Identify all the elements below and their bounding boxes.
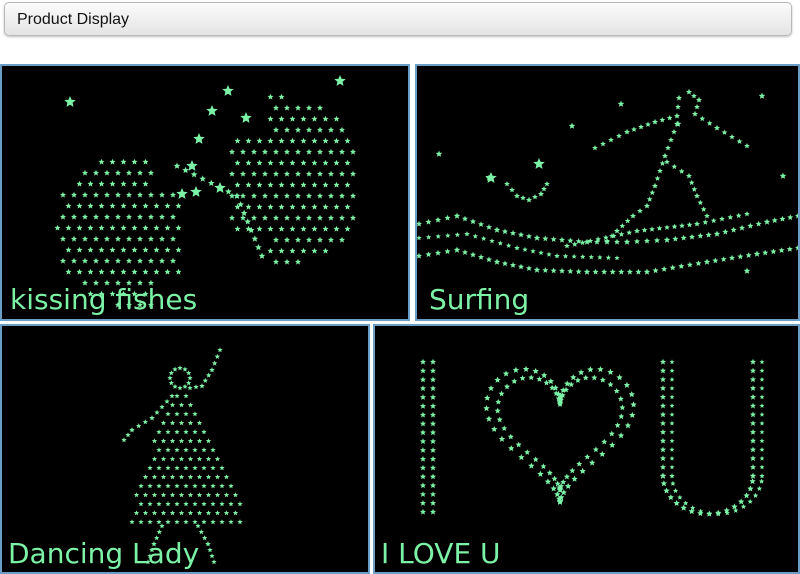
caption-dancing-lady: Dancing Lady xyxy=(8,537,200,570)
kissing-fishes-star-pattern xyxy=(54,75,356,308)
i-love-u-star-pattern xyxy=(420,358,765,517)
dancing-lady-star-pattern xyxy=(121,347,243,565)
caption-kissing-fishes: kissing fishes xyxy=(10,283,198,316)
panel-surfing: Surfing xyxy=(415,64,800,321)
caption-i-love-u: I LOVE U xyxy=(381,537,501,570)
caption-surfing: Surfing xyxy=(429,283,530,316)
surfer-star-pattern xyxy=(417,89,798,275)
header-bar: Product Display xyxy=(4,2,792,36)
panel-kissing-fishes: kissing fishes xyxy=(0,64,410,321)
panel-dancing-lady: Dancing Lady xyxy=(0,324,370,574)
header-title: Product Display xyxy=(17,11,130,28)
panel-i-love-u: I LOVE U xyxy=(373,324,800,574)
